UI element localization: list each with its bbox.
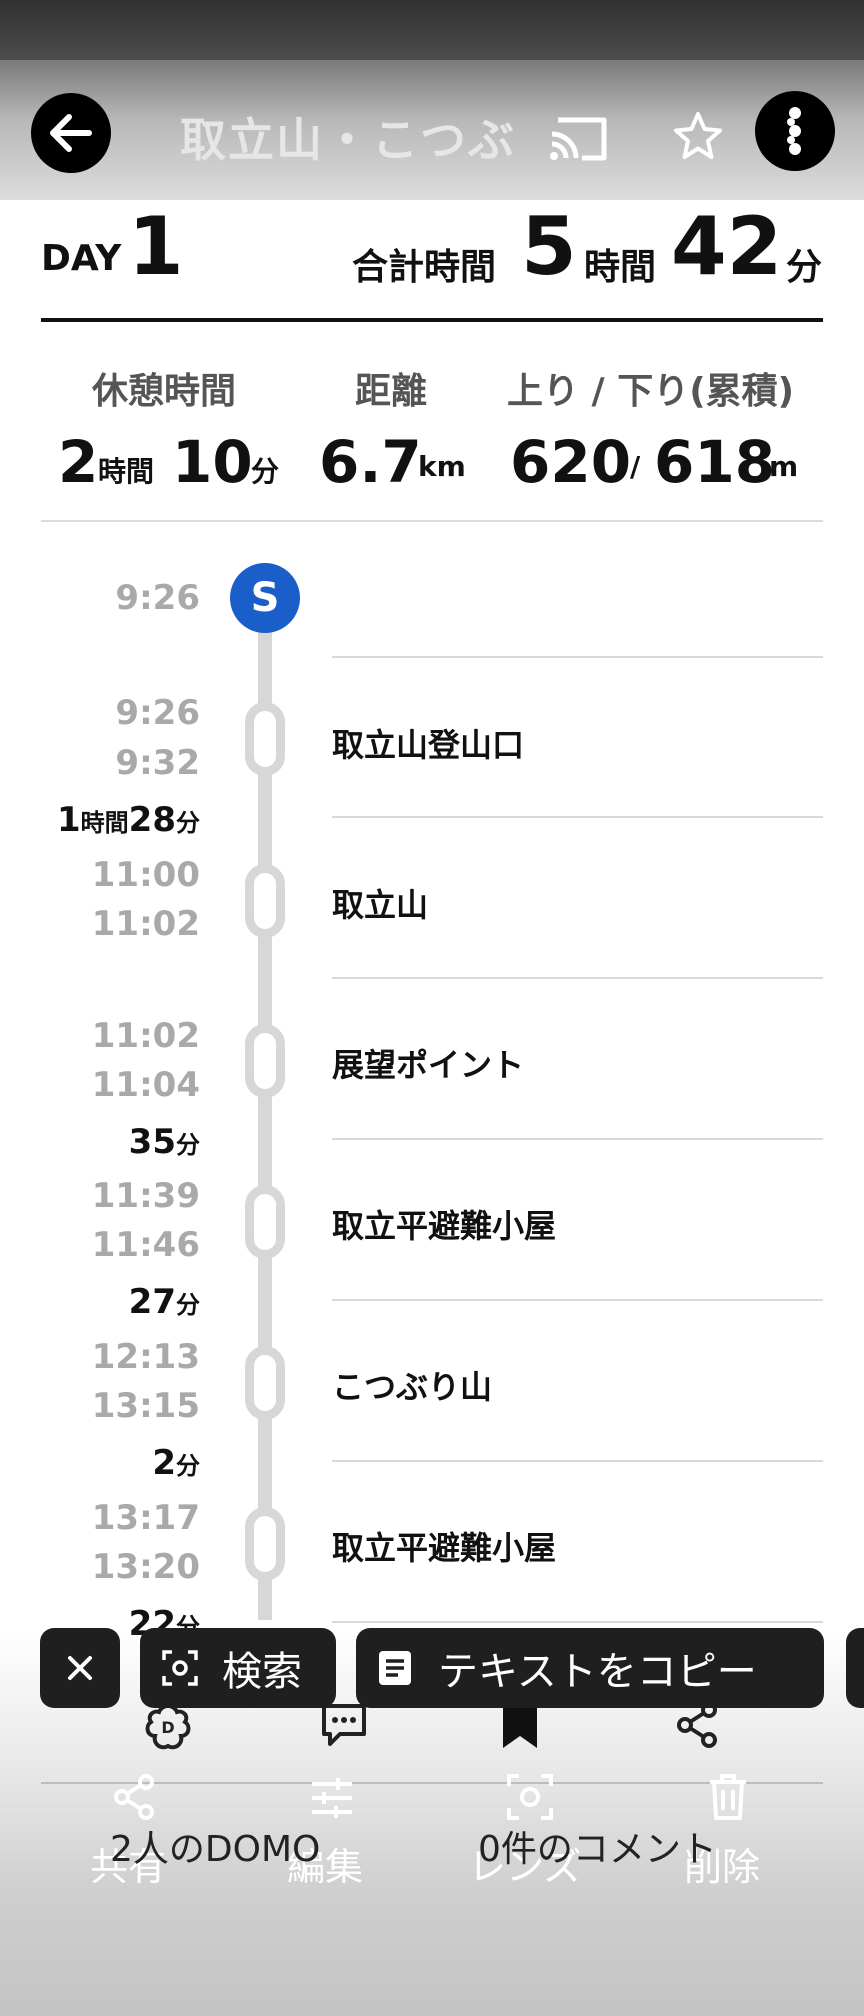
waypoint-name[interactable]: 取立平避難小屋 (332, 1523, 556, 1569)
distance-label: 距離 (355, 371, 428, 412)
duration-hours: 1 (57, 800, 81, 840)
timeline-node (245, 1507, 285, 1581)
share-icon[interactable] (110, 1772, 158, 1822)
segment-duration: 2分 (152, 1443, 200, 1483)
descent-value: 618 (654, 428, 776, 496)
status-bar (0, 0, 864, 60)
duration-minutes-unit: 分 (176, 1131, 200, 1159)
rest-hours: 2 (58, 428, 99, 496)
depart-time: 13:20 (91, 1547, 200, 1587)
waypoint-name[interactable]: 展望ポイント (332, 1040, 524, 1086)
copy-text-button[interactable]: テキストをコピー (356, 1628, 824, 1708)
close-button[interactable] (40, 1628, 120, 1708)
more-vertical-icon (787, 107, 801, 155)
row-divider (332, 656, 823, 658)
duration-minutes-unit: 分 (176, 1291, 200, 1319)
depart-time: 11:46 (91, 1225, 200, 1265)
segment-duration: 27分 (129, 1282, 200, 1322)
elevation-slash: / (630, 450, 641, 483)
page-title: 取立山・こつぶ (180, 113, 516, 167)
distance-value: 6.7 (319, 428, 422, 496)
distance-unit: km (418, 450, 466, 483)
row-divider (332, 816, 823, 818)
depart-time: 11:02 (91, 904, 200, 944)
timeline-node (245, 1185, 285, 1259)
arrive-time: 9:26 (115, 693, 200, 733)
depart-time: 9:32 (115, 743, 200, 783)
depart-time: 13:15 (91, 1386, 200, 1426)
domo-count[interactable]: 2人のDOMO (110, 1820, 320, 1872)
cast-icon[interactable] (548, 114, 610, 164)
lens-icon[interactable] (505, 1772, 555, 1822)
divider (41, 318, 823, 322)
ascent-value: 620 (510, 428, 632, 496)
star-icon[interactable] (672, 110, 724, 162)
timeline-node (245, 702, 285, 776)
header: 取立山・こつぶ (0, 0, 864, 200)
duration-minutes-unit: 分 (176, 809, 200, 837)
edit-icon[interactable] (308, 1774, 356, 1822)
duration-minutes: 35 (128, 1122, 176, 1162)
row-divider (332, 1621, 823, 1623)
duration-minutes-unit: 分 (176, 1452, 200, 1480)
row-divider (332, 1138, 823, 1140)
lens-search-icon (162, 1650, 198, 1686)
comment-count[interactable]: 0件のコメント (478, 1820, 717, 1872)
divider (41, 520, 823, 522)
elevation-unit: m (769, 450, 799, 483)
waypoint-name[interactable]: 取立平避難小屋 (332, 1201, 556, 1247)
hours-unit: 時間 (584, 247, 657, 288)
arrive-time: 13:17 (91, 1498, 200, 1538)
search-label: 検索 (222, 1649, 302, 1695)
day-label: DAY (41, 238, 122, 279)
row-divider (332, 977, 823, 979)
search-button[interactable]: 検索 (140, 1628, 336, 1708)
back-button[interactable] (31, 93, 111, 173)
duration-minutes: 2 (152, 1443, 176, 1483)
toolbar-overflow[interactable] (846, 1628, 864, 1708)
duration-minutes: 27 (128, 1282, 176, 1322)
arrive-time: 11:00 (91, 855, 200, 895)
rest-time-label: 休憩時間 (92, 371, 237, 412)
start-badge: S (230, 563, 300, 633)
arrive-time: 11:02 (91, 1016, 200, 1056)
comment-icon[interactable] (318, 1700, 370, 1750)
duration-hours-unit: 時間 (80, 809, 129, 837)
menu-button[interactable] (755, 91, 835, 171)
depart-time: 11:04 (91, 1065, 200, 1105)
total-time-label: 合計時間 (352, 247, 497, 288)
copy-text-label: テキストをコピー (438, 1649, 757, 1695)
total-hours: 5 (521, 200, 577, 293)
svg-text:D: D (161, 1718, 174, 1737)
row-divider (332, 1460, 823, 1462)
minutes-unit: 分 (786, 247, 823, 288)
waypoint-name[interactable]: こつぶり山 (332, 1362, 492, 1408)
trash-icon[interactable] (706, 1772, 750, 1822)
arrive-time: 11:39 (91, 1176, 200, 1216)
segment-duration: 1時間28分 (57, 800, 200, 840)
timeline-node (245, 864, 285, 938)
timeline-node (245, 1024, 285, 1098)
total-minutes: 42 (671, 200, 783, 293)
arrive-time: 12:13 (91, 1337, 200, 1377)
rest-hours-unit: 時間 (98, 455, 155, 488)
waypoint-name[interactable]: 取立山登山口 (332, 720, 524, 766)
rest-minutes: 10 (172, 428, 253, 496)
close-icon (68, 1656, 92, 1680)
segment-duration: 35分 (129, 1122, 200, 1162)
rest-minutes-unit: 分 (251, 455, 280, 488)
duration-minutes: 28 (128, 800, 176, 840)
row-divider (332, 1299, 823, 1301)
elevation-label: 上り / 下り(累積) (507, 371, 795, 412)
document-icon (379, 1651, 411, 1685)
day-number: 1 (128, 200, 184, 293)
waypoint-name[interactable]: 取立山 (332, 880, 428, 926)
domo-icon[interactable]: D (143, 1702, 193, 1752)
timeline-node (245, 1346, 285, 1420)
arrow-left-icon (50, 114, 92, 152)
start-time: 9:26 (115, 578, 200, 618)
